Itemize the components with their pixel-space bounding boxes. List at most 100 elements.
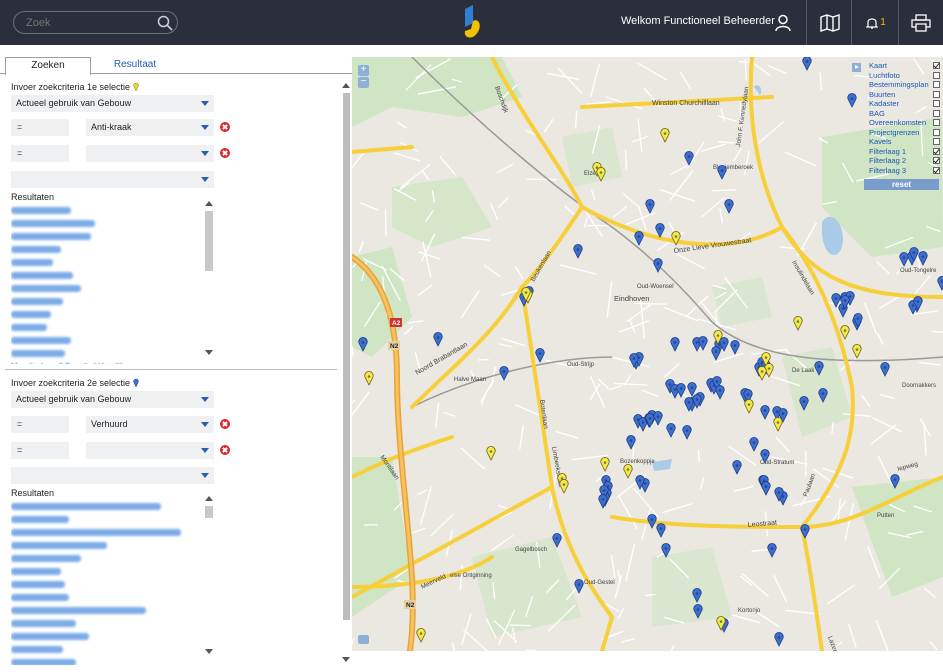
layer-item-filterlaag-3[interactable]: Filterlaag 3 [852, 166, 943, 176]
list-item[interactable] [11, 347, 203, 360]
criteria1-value-2[interactable] [86, 145, 214, 162]
list-item[interactable] [11, 656, 203, 665]
list-item[interactable] [11, 308, 203, 321]
criteria2-extra-select[interactable] [11, 467, 214, 484]
layer-checkbox[interactable] [933, 166, 940, 174]
blue-map-pin-dot [650, 518, 654, 521]
criteria1-field-select[interactable]: Actueel gebruik van Gebouw [11, 95, 214, 112]
zoom-out-button[interactable]: − [358, 77, 369, 88]
list-item[interactable] [11, 578, 203, 591]
layer-checkbox[interactable] [933, 100, 940, 107]
layer-checkbox[interactable] [933, 119, 940, 126]
camera-icon[interactable] [358, 635, 369, 644]
blue-map-pin-dot [687, 155, 691, 158]
remove-criteria2-row1-button[interactable] [220, 419, 230, 429]
list-item[interactable] [11, 295, 203, 308]
layer-item-buurten[interactable]: Buurten [852, 90, 943, 100]
layer-checkbox[interactable] [933, 109, 940, 117]
layer-checkbox[interactable] [933, 71, 940, 79]
user-icon [775, 14, 791, 31]
layer-item-filterlaag-1[interactable]: Filterlaag 1 [852, 147, 943, 157]
layer-checkbox[interactable] [933, 128, 940, 136]
blue-map-pin-dot [893, 478, 897, 481]
layer-item-projectgrenzen[interactable]: Projectgrenzen [852, 128, 943, 138]
layer-checkbox[interactable] [933, 62, 940, 69]
criteria2-value-2[interactable] [86, 442, 214, 459]
layer-item-bag[interactable]: BAG [852, 109, 943, 119]
panel-scrollbar[interactable] [341, 81, 351, 664]
remove-criteria2-row2-button[interactable] [220, 445, 230, 455]
blue-map-pin-dot [602, 489, 606, 492]
layer-item-kavels[interactable]: Kavels [852, 137, 943, 147]
layer-item-luchtfoto[interactable]: Luchtfoto [852, 71, 943, 81]
list-item[interactable] [11, 552, 203, 565]
tab-zoeken[interactable]: Zoeken [5, 57, 91, 75]
street-label: Bozenkoppje [620, 459, 655, 465]
layer-item-bestemmingsplan[interactable]: Bestemmingsplan [852, 80, 943, 90]
search-input[interactable] [13, 11, 178, 34]
list-item[interactable] [11, 513, 203, 526]
list-item[interactable] [11, 539, 203, 552]
list-item[interactable] [11, 282, 203, 295]
list-item[interactable] [11, 243, 203, 256]
blue-map-pin-dot [718, 389, 722, 392]
criteria1-value-1[interactable]: Anti-kraak [86, 119, 214, 136]
criteria2-value-1[interactable]: Verhuurd [86, 416, 214, 433]
street-label: Oud-Woensel [637, 284, 674, 290]
zoom-in-button[interactable]: + [358, 65, 369, 76]
criteria1-operator-1[interactable]: = [11, 119, 69, 136]
layer-item-overeenkomsten[interactable]: Overeenkomsten [852, 118, 943, 128]
map-view[interactable]: Winston Churchilllaan John F. Kennedylaan… [352, 57, 943, 651]
map-book-button[interactable] [811, 0, 849, 45]
criteria1-title: Invoer zoekcriteria 1e selectie [11, 82, 139, 92]
layer-checkbox[interactable] [933, 81, 940, 88]
list-item[interactable] [11, 269, 203, 282]
criteria2-operator-1[interactable]: = [11, 416, 69, 433]
criteria2-field-select[interactable]: Actueel gebruik van Gebouw [11, 391, 214, 408]
list-item[interactable] [11, 643, 203, 656]
list-item[interactable] [11, 604, 203, 617]
list-item[interactable] [11, 204, 203, 217]
layer-checkbox[interactable] [933, 90, 940, 98]
user-button[interactable] [764, 0, 802, 45]
list-item[interactable] [11, 617, 203, 630]
layer-checkbox[interactable] [933, 138, 940, 145]
remove-criteria1-row2-button[interactable] [220, 148, 230, 158]
list-item[interactable]: Mandjeslaan 6 Facetbel Handijk [11, 360, 203, 364]
layer-item-filterlaag-2[interactable]: Filterlaag 2 [852, 156, 943, 166]
list-item[interactable] [11, 256, 203, 269]
remove-criteria1-row1-button[interactable] [220, 122, 230, 132]
print-button[interactable] [902, 0, 940, 45]
layer-item-kaart[interactable]: Kaart [852, 61, 943, 71]
criteria1-results-list[interactable]: Mandjeslaan 6 Facetbel Handijk [11, 204, 203, 364]
list-item[interactable] [11, 630, 203, 643]
reset-button[interactable]: reset [864, 179, 939, 190]
list-item[interactable] [11, 230, 203, 243]
list-item[interactable] [11, 334, 203, 347]
layer-panel: Kaart Luchtfoto Bestemmingsplan Buurten Kada… [852, 61, 943, 190]
list-item[interactable] [11, 565, 203, 578]
search-icon[interactable] [157, 15, 173, 31]
yellow-map-pin-dot [599, 171, 603, 174]
layer-checkbox[interactable] [933, 147, 940, 155]
tab-resultaat[interactable]: Resultaat [96, 57, 174, 74]
list-item[interactable] [11, 526, 203, 539]
results1-scrollbar[interactable] [204, 201, 213, 355]
results2-scrollbar[interactable] [204, 496, 213, 654]
criteria2-operator-2[interactable]: = [11, 442, 69, 459]
layer-checkbox[interactable] [933, 157, 940, 164]
list-item[interactable] [11, 321, 203, 334]
layer-item-kadaster[interactable]: Kadaster [852, 99, 943, 109]
list-item[interactable] [11, 500, 203, 513]
blue-map-pin-dot [763, 409, 767, 412]
criteria1-extra-select[interactable] [11, 171, 214, 188]
blue-map-pin-dot [502, 370, 506, 373]
criteria2-results-list[interactable] [11, 500, 203, 665]
list-item[interactable] [11, 217, 203, 230]
layer-label: Kavels [869, 137, 892, 146]
notifications-button[interactable]: 1 [856, 0, 896, 45]
blue-map-pin-dot [735, 464, 739, 467]
list-item[interactable] [11, 591, 203, 604]
criteria1-operator-2[interactable]: = [11, 145, 69, 162]
blue-map-pin-dot [775, 410, 779, 413]
